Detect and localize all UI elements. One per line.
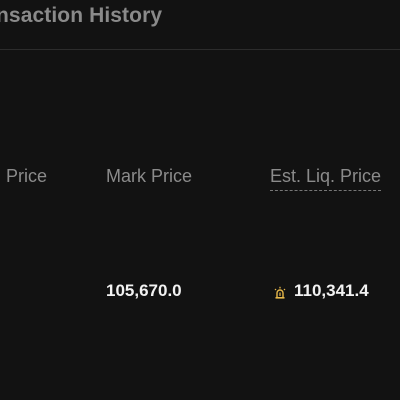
est-liq-price-cell: 110,341.4 [273,281,369,301]
alarm-warning-icon[interactable] [273,285,287,299]
header-divider [0,49,400,50]
est-liq-price-value: 110,341.4 [294,281,369,300]
mark-price-value: 105,670.0 [106,281,182,300]
transaction-history-tab[interactable]: nsaction History [0,4,162,28]
position-panel: nsaction History n Price Mark Price Est.… [0,0,400,400]
column-header-est-liq-price[interactable]: Est. Liq. Price [270,166,382,191]
column-header-mark-price: Mark Price [106,166,193,186]
column-header-entry-price: n Price [0,166,48,186]
